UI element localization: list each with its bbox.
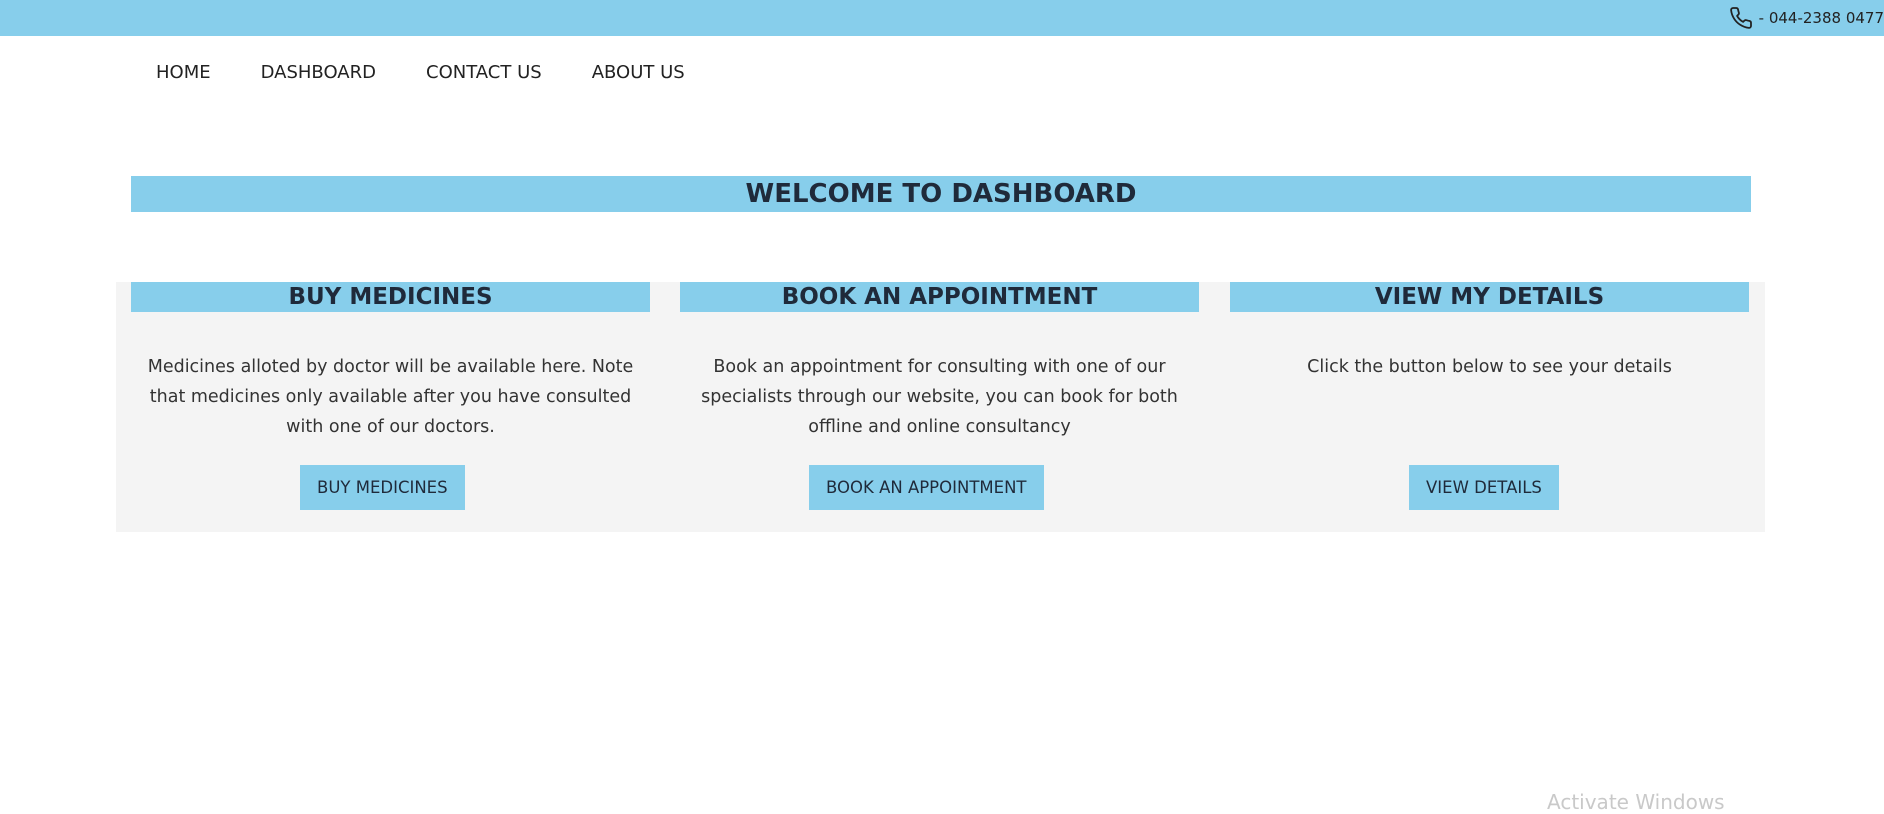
card-description: Book an appointment for consulting with … bbox=[701, 357, 1178, 437]
top-bar: - 044-2388 0477 bbox=[0, 0, 1884, 36]
card-title: BOOK AN APPOINTMENT bbox=[680, 282, 1199, 312]
nav-item-home[interactable]: HOME bbox=[156, 62, 211, 83]
card-description: Click the button below to see your detai… bbox=[1307, 357, 1672, 377]
card-view-details: VIEW MY DETAILS Click the button below t… bbox=[1230, 282, 1749, 532]
card-title: VIEW MY DETAILS bbox=[1230, 282, 1749, 312]
card-book-appointment: BOOK AN APPOINTMENT Book an appointment … bbox=[680, 282, 1199, 532]
nav-item-contact-us[interactable]: CONTACT US bbox=[426, 62, 542, 83]
activate-windows-watermark: Activate Windows bbox=[1547, 790, 1725, 814]
card-description: Medicines alloted by doctor will be avai… bbox=[147, 357, 634, 437]
nav-item-about-us[interactable]: ABOUT US bbox=[592, 62, 685, 83]
main-nav: HOME DASHBOARD CONTACT US ABOUT US bbox=[156, 62, 685, 83]
phone-contact: - 044-2388 0477 bbox=[1729, 0, 1884, 36]
phone-number: - 044-2388 0477 bbox=[1758, 9, 1884, 27]
nav-item-dashboard[interactable]: DASHBOARD bbox=[261, 62, 376, 83]
book-appointment-button[interactable]: BOOK AN APPOINTMENT bbox=[809, 465, 1044, 510]
dashboard-panel: BUY MEDICINES Medicines alloted by docto… bbox=[116, 282, 1765, 532]
view-details-button[interactable]: VIEW DETAILS bbox=[1409, 465, 1559, 510]
buy-medicines-button[interactable]: BUY MEDICINES bbox=[300, 465, 465, 510]
page-title: WELCOME TO DASHBOARD bbox=[131, 176, 1751, 212]
phone-icon bbox=[1729, 7, 1752, 29]
card-title: BUY MEDICINES bbox=[131, 282, 650, 312]
card-buy-medicines: BUY MEDICINES Medicines alloted by docto… bbox=[131, 282, 650, 532]
